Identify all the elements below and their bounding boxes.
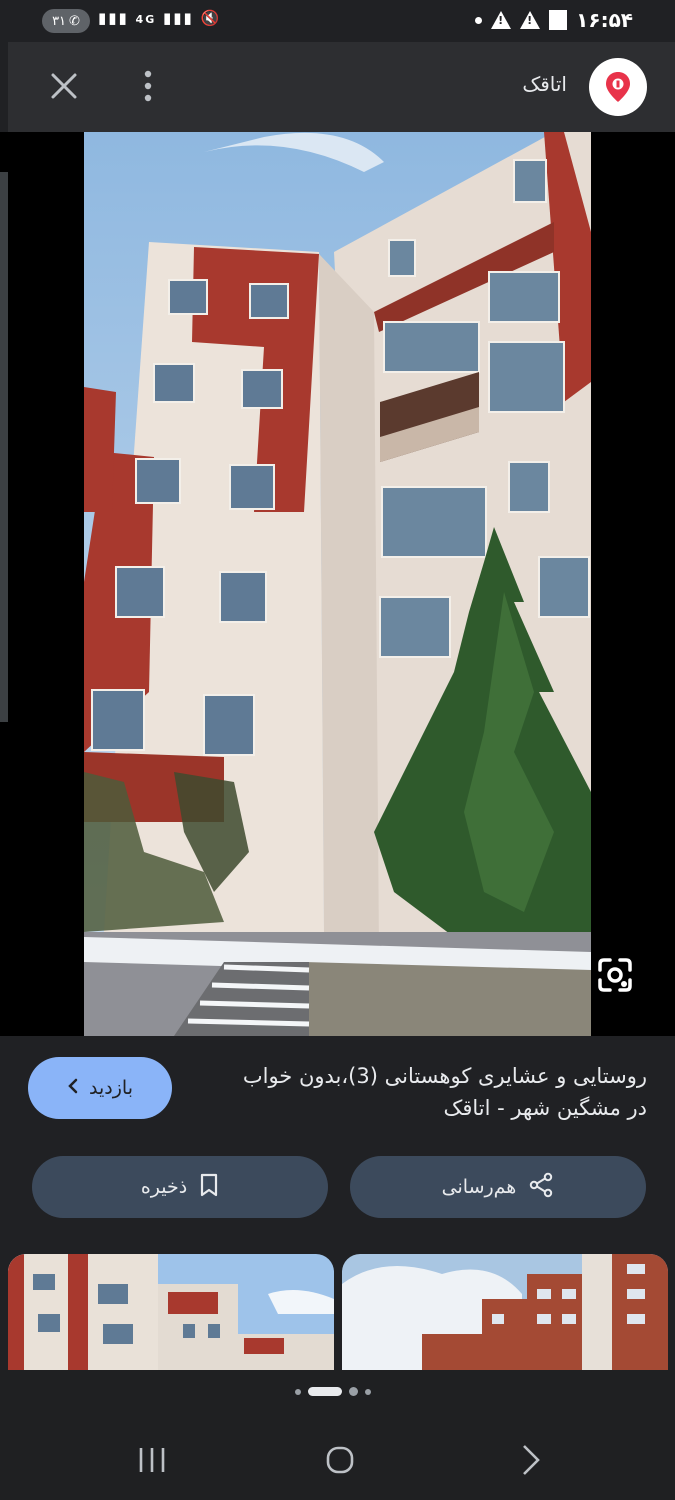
clock: ۱۶:۵۴ [576,8,633,32]
signal-icon-2: ▮▮▮ [163,9,194,27]
result-info-panel: روستایی و عشایری کوهستانی (3)،بدون خواب … [0,1036,675,1370]
image-viewer[interactable] [0,132,675,1036]
signal-icon: ▮▮▮ [98,9,129,27]
main-photo[interactable] [84,132,591,1036]
save-button[interactable]: ذخیره [32,1156,328,1218]
carousel-indicator [295,1387,371,1396]
site-name[interactable]: اتاقک [522,72,567,96]
google-lens-icon[interactable] [592,952,638,998]
scroll-edge [0,172,8,722]
result-title[interactable]: روستایی و عشایری کوهستانی (3)،بدون خواب … [227,1060,647,1124]
share-button[interactable]: هم‌رسانی [350,1156,646,1218]
visit-label: بازدید [89,1077,133,1099]
page-dot-active [308,1387,342,1396]
status-bar: ۳۱ ✆ ▮▮▮ 4G ▮▮▮ 🔇 ۱۶:۵۴ [0,0,675,42]
map-pin-icon [606,72,630,102]
share-icon [528,1172,554,1203]
pill-text: ۳۱ [52,13,67,29]
mute-icon: 🔇 [200,9,222,27]
recents-icon[interactable] [132,1440,172,1480]
pager-and-nav [0,1370,675,1500]
chevron-left-icon [67,1077,79,1099]
more-vert-icon[interactable] [138,68,158,104]
battery-icon [549,10,568,30]
visit-button[interactable]: بازدید [28,1057,172,1119]
related-image-thumbnail[interactable] [342,1254,668,1370]
phone-icon: ✆ [69,13,80,29]
page-dot [349,1387,358,1396]
related-image-thumbnail[interactable] [8,1254,334,1370]
page-dot [295,1388,301,1395]
warning-icon-2 [520,11,541,29]
bookmark-icon [199,1173,219,1202]
status-right: ۱۶:۵۴ [475,8,633,32]
save-label: ذخیره [140,1176,188,1198]
home-icon[interactable] [320,1440,360,1480]
signal-icons: ▮▮▮ 4G ▮▮▮ 🔇 [98,9,221,27]
close-icon[interactable] [46,68,82,104]
notification-dot-icon [475,16,483,24]
page-dot [365,1388,371,1395]
site-logo[interactable] [589,58,647,116]
network-label: 4G [135,13,157,26]
top-app-bar: اتاقک [8,42,675,132]
warning-icon [491,11,512,29]
notification-pill: ۳۱ ✆ [42,9,90,33]
back-icon[interactable] [510,1440,550,1480]
share-label: هم‌رسانی [441,1176,517,1198]
